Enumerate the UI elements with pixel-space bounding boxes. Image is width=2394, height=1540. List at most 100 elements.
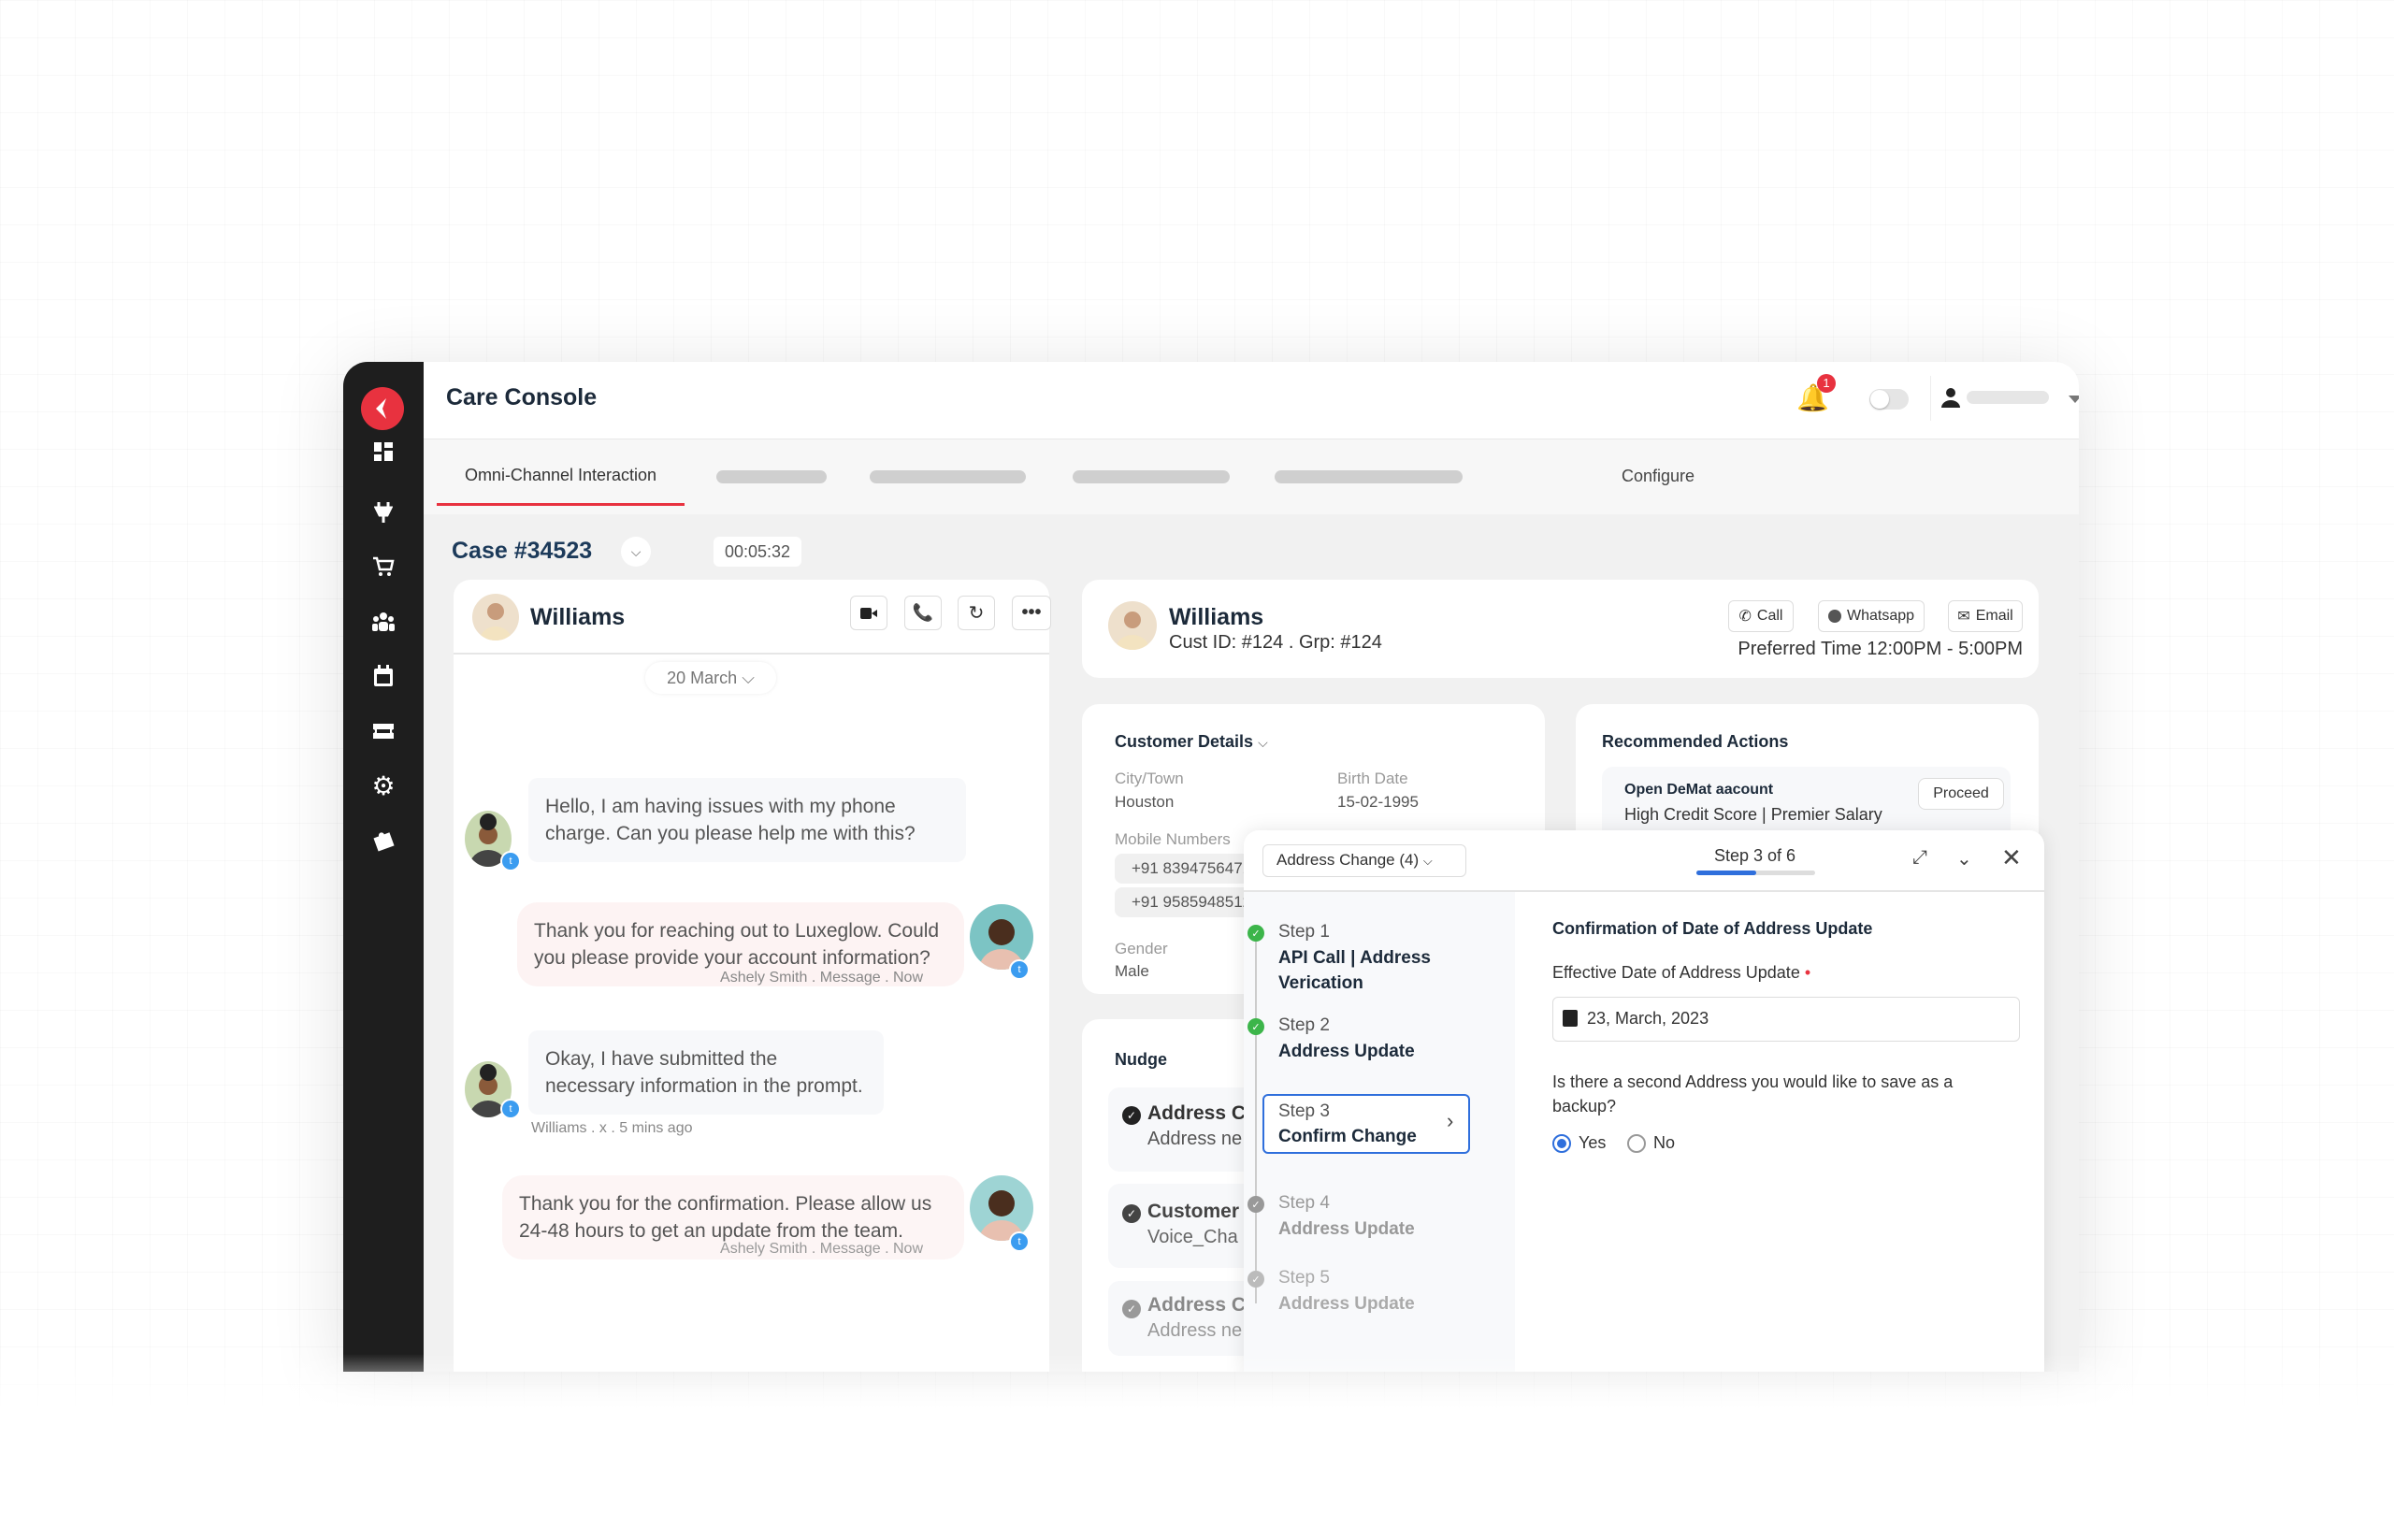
date-label: 20 March (667, 669, 738, 687)
gear-icon[interactable]: ⚙ (369, 771, 397, 800)
effective-date-input[interactable]: 23, March, 2023 (1552, 997, 2020, 1042)
team-icon[interactable] (369, 608, 397, 636)
puzzle-icon[interactable] (369, 827, 397, 855)
tab-placeholder[interactable] (870, 470, 1026, 483)
steps-line (1255, 929, 1257, 1303)
case-dropdown-icon[interactable]: ⌵ (621, 537, 651, 567)
radio-selected-icon (1552, 1133, 1571, 1153)
dashboard-icon[interactable] (369, 438, 397, 466)
step-title: Confirm Change (1278, 1127, 1417, 1146)
date-filter[interactable]: 20 March ⌵ (645, 662, 776, 694)
phone-call-button[interactable]: 📞 (904, 596, 942, 630)
logo-icon[interactable] (361, 387, 404, 430)
tab-placeholder[interactable] (1073, 470, 1230, 483)
step-title[interactable]: Address Update (1278, 1291, 1415, 1317)
app-title: Care Console (446, 384, 598, 410)
date-value: 23, March, 2023 (1587, 1009, 1709, 1028)
nudge-item-subtitle: Address ne (1147, 1320, 1243, 1341)
radio-yes-label: Yes (1579, 1133, 1607, 1152)
expand-icon[interactable]: ⤢ (1912, 847, 1927, 869)
user-dropdown-icon[interactable] (2069, 396, 2079, 410)
check-icon: ✓ (1247, 1196, 1264, 1213)
video-call-button[interactable] (850, 596, 887, 630)
step-label: Step 4 (1278, 1193, 1330, 1213)
tab-omni-channel[interactable]: Omni-Channel Interaction (437, 447, 685, 506)
user-icon[interactable] (1940, 387, 1961, 412)
whatsapp-label: Whatsapp (1846, 608, 1915, 624)
plug-icon[interactable] (369, 498, 397, 526)
workflow-popup: Address Change (4) ⌵ Step 3 of 6 ⤢ ⌄ ✕ ✓… (1244, 830, 2044, 1372)
tab-placeholder[interactable] (1275, 470, 1463, 483)
customer-details-toggle[interactable]: Customer Details ⌵ (1115, 732, 1268, 752)
tab-configure[interactable]: Configure (1622, 467, 1695, 486)
whatsapp-icon (1827, 610, 1841, 623)
calendar-icon (1563, 1010, 1578, 1027)
ticket-icon[interactable] (369, 717, 397, 745)
theme-toggle[interactable] (1869, 389, 1909, 410)
city-value: Houston (1115, 793, 1175, 811)
workflow-dropdown[interactable]: Address Change (4) ⌵ (1262, 844, 1466, 877)
recommended-title: Recommended Actions (1602, 732, 1789, 751)
tab-placeholder[interactable] (716, 470, 827, 483)
refresh-button[interactable]: ↻ (958, 596, 995, 630)
workflow-dropdown-label: Address Change (4) (1276, 851, 1420, 869)
username-placeholder (1967, 391, 2049, 404)
whatsapp-button[interactable]: Whatsapp (1818, 600, 1925, 632)
app-window: ⚙ Care Console 🔔 1 Omni-Channel Interact… (343, 362, 2079, 1372)
nudge-item-subtitle: Voice_Cha (1147, 1227, 1238, 1247)
twitter-icon: t (500, 1099, 521, 1119)
step-label: Step 2 (1278, 1015, 1330, 1035)
step-title[interactable]: API Call | Address Verication (1278, 945, 1465, 996)
notification-badge: 1 (1817, 374, 1836, 393)
check-icon: ✓ (1247, 925, 1264, 942)
preferred-time: Preferred Time 12:00PM - 5:00PM (1738, 639, 2023, 659)
message-meta: Williams . x . 5 mins ago (531, 1120, 693, 1136)
step-active[interactable]: Step 3 Confirm Change › (1262, 1094, 1470, 1154)
close-icon[interactable]: ✕ (2001, 843, 2022, 872)
check-icon: ✓ (1247, 1271, 1264, 1288)
step-title[interactable]: Address Update (1278, 1039, 1415, 1064)
more-options-button[interactable]: ••• (1012, 596, 1051, 630)
radio-no-label: No (1653, 1133, 1676, 1152)
cart-icon[interactable] (369, 553, 397, 581)
step-title[interactable]: Address Update (1278, 1216, 1415, 1242)
email-icon: ✉ (1957, 609, 1970, 625)
collapse-chevron-icon[interactable]: ⌄ (1956, 847, 1972, 871)
customer-ids: Cust ID: #124 . Grp: #124 (1169, 632, 1382, 653)
chevron-down-icon: ⌵ (1258, 735, 1268, 750)
proceed-button[interactable]: Proceed (1918, 778, 2004, 810)
phone-icon: ✆ (1738, 609, 1752, 625)
check-icon: ✓ (1122, 1300, 1141, 1318)
radio-no[interactable]: No (1627, 1133, 1675, 1153)
step-progress (1696, 871, 1815, 875)
customer-details-title: Customer Details (1115, 732, 1254, 751)
divider (1930, 376, 1931, 421)
nudge-item-title: Customer (1147, 1201, 1240, 1222)
check-icon: ✓ (1247, 1018, 1264, 1035)
tab-bar: Omni-Channel Interaction Configure (424, 439, 2079, 514)
birth-value: 15-02-1995 (1337, 793, 1419, 811)
calendar-icon[interactable] (369, 662, 397, 690)
nudge-item-title: Address C (1147, 1102, 1247, 1124)
check-icon: ✓ (1122, 1204, 1141, 1223)
city-label: City/Town (1115, 770, 1184, 787)
chat-contact-name: Williams (530, 604, 626, 630)
steps-list: ✓ Step 1 API Call | Address Verication ✓… (1244, 892, 1515, 1372)
case-timer: 00:05:32 (714, 537, 801, 567)
recommended-item-title: Open DeMat aacount (1624, 782, 1774, 798)
birth-label: Birth Date (1337, 770, 1408, 787)
customer-card: Williams Cust ID: #124 . Grp: #124 ✆ Call… (1082, 580, 2039, 678)
radio-yes[interactable]: Yes (1552, 1133, 1606, 1153)
chevron-right-icon: › (1447, 1109, 1454, 1132)
email-button[interactable]: ✉ Email (1948, 600, 2023, 632)
customer-name: Williams (1169, 604, 1264, 630)
call-label: Call (1756, 608, 1783, 624)
check-icon: ✓ (1122, 1106, 1141, 1125)
customer-avatar (1108, 601, 1157, 650)
message-meta: Ashely Smith . Message . Now (720, 970, 923, 986)
required-indicator: • (1804, 963, 1811, 982)
call-button[interactable]: ✆ Call (1728, 600, 1794, 632)
mobile-label: Mobile Numbers (1115, 830, 1231, 848)
email-label: Email (1975, 608, 2013, 624)
step-label: Step 5 (1278, 1268, 1330, 1288)
